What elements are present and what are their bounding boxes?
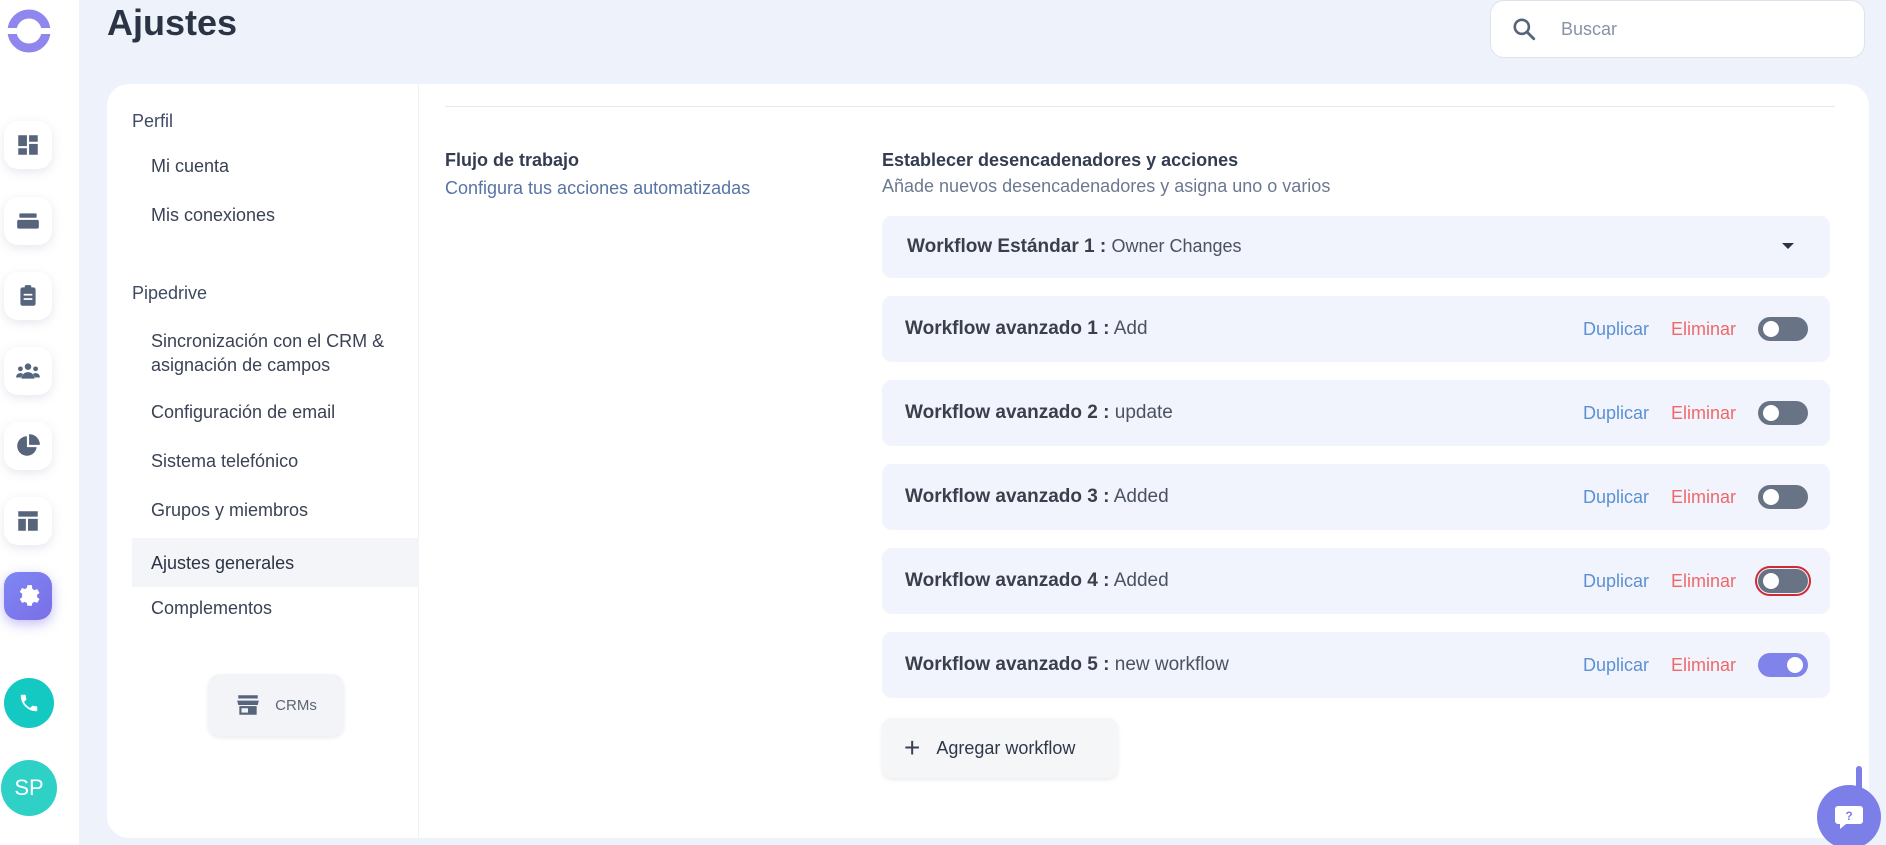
search-input[interactable] xyxy=(1561,18,1841,40)
workflow-content: Flujo de trabajo Configura tus acciones … xyxy=(445,84,1869,838)
layout-icon[interactable] xyxy=(4,497,52,545)
advanced-workflow-row[interactable]: Workflow avanzado 2 : update Duplicar El… xyxy=(882,380,1830,446)
delete-button[interactable]: Eliminar xyxy=(1671,655,1736,676)
triggers-title: Establecer desencadenadores y acciones xyxy=(882,150,1239,170)
pie-chart-icon[interactable] xyxy=(4,422,52,470)
help-chat-button[interactable]: ? xyxy=(1817,785,1881,845)
duplicate-button[interactable]: Duplicar xyxy=(1583,319,1649,340)
workflow-section-title: Flujo de trabajo xyxy=(445,150,580,170)
advanced-workflow-label: Workflow avanzado 3 : Added xyxy=(905,486,1169,507)
delete-button[interactable]: Eliminar xyxy=(1671,319,1736,340)
delete-button[interactable]: Eliminar xyxy=(1671,487,1736,508)
avatar[interactable]: SP xyxy=(1,760,57,816)
workflow-toggle[interactable] xyxy=(1758,401,1808,425)
settings-nav: Perfil Mi cuenta Mis conexiones Pipedriv… xyxy=(107,84,419,838)
dashboard-icon[interactable] xyxy=(4,121,52,169)
nav-item-sincronizacion[interactable]: Sincronización con el CRM & asignación d… xyxy=(132,329,392,377)
chevron-down-icon[interactable] xyxy=(1782,243,1794,249)
inbox-icon[interactable] xyxy=(4,197,52,245)
crms-label: CRMs xyxy=(275,696,317,714)
advanced-workflow-label: Workflow avanzado 4 : Added xyxy=(905,570,1169,591)
workflow-toggle[interactable] xyxy=(1755,566,1811,596)
advanced-workflow-row[interactable]: Workflow avanzado 3 : Added Duplicar Eli… xyxy=(882,464,1830,530)
nav-item-complementos[interactable]: Complementos xyxy=(132,596,419,620)
clipboard-icon[interactable] xyxy=(4,272,52,320)
plus-icon: + xyxy=(904,732,921,763)
standard-workflow-dropdown[interactable]: Workflow Estándar 1 : Owner Changes xyxy=(882,216,1830,278)
team-icon[interactable] xyxy=(4,347,52,395)
add-workflow-button[interactable]: + Agregar workflow xyxy=(882,718,1118,778)
divider xyxy=(445,106,1835,107)
duplicate-button[interactable]: Duplicar xyxy=(1583,655,1649,676)
settings-card: Perfil Mi cuenta Mis conexiones Pipedriv… xyxy=(107,84,1869,838)
duplicate-button[interactable]: Duplicar xyxy=(1583,403,1649,424)
nav-item-ajustes-generales[interactable]: Ajustes generales xyxy=(132,538,419,587)
standard-workflow-label: Workflow Estándar 1 : Owner Changes xyxy=(907,236,1242,257)
app-logo[interactable] xyxy=(6,8,52,54)
gear-icon[interactable] xyxy=(4,572,52,620)
duplicate-button[interactable]: Duplicar xyxy=(1583,487,1649,508)
advanced-workflow-label: Workflow avanzado 1 : Add xyxy=(905,318,1148,339)
nav-item-configuracion-email[interactable]: Configuración de email xyxy=(132,400,419,424)
advanced-workflow-row[interactable]: Workflow avanzado 4 : Added Duplicar Eli… xyxy=(882,548,1830,614)
store-icon xyxy=(237,695,259,715)
workflow-section-subtitle: Configura tus acciones automatizadas xyxy=(445,178,751,198)
delete-button[interactable]: Eliminar xyxy=(1671,571,1736,592)
crms-button[interactable]: CRMs xyxy=(208,674,344,736)
delete-button[interactable]: Eliminar xyxy=(1671,403,1736,424)
svg-text:?: ? xyxy=(1845,809,1852,823)
advanced-workflow-label: Workflow avanzado 2 : update xyxy=(905,402,1173,423)
workflow-toggle[interactable] xyxy=(1758,485,1808,509)
nav-item-grupos-miembros[interactable]: Grupos y miembros xyxy=(132,498,419,522)
advanced-workflow-label: Workflow avanzado 5 : new workflow xyxy=(905,654,1229,675)
workflow-toggle[interactable] xyxy=(1758,317,1808,341)
add-workflow-label: Agregar workflow xyxy=(936,737,1076,758)
search-box[interactable] xyxy=(1490,0,1865,58)
nav-item-mis-conexiones[interactable]: Mis conexiones xyxy=(132,203,419,227)
phone-icon[interactable] xyxy=(4,678,54,728)
workflow-toggle[interactable] xyxy=(1758,653,1808,677)
nav-item-mi-cuenta[interactable]: Mi cuenta xyxy=(132,154,419,178)
chat-question-icon: ? xyxy=(1835,806,1863,829)
search-icon xyxy=(1513,18,1536,41)
nav-section-pipedrive: Pipedrive xyxy=(132,283,208,303)
nav-section-perfil: Perfil xyxy=(132,111,174,131)
nav-item-sistema-telefonico[interactable]: Sistema telefónico xyxy=(132,449,419,473)
triggers-subtitle: Añade nuevos desencadenadores y asigna u… xyxy=(882,176,1331,196)
advanced-workflow-row[interactable]: Workflow avanzado 5 : new workflow Dupli… xyxy=(882,632,1830,698)
duplicate-button[interactable]: Duplicar xyxy=(1583,571,1649,592)
app-rail: SP xyxy=(0,0,79,845)
page-title: Ajustes xyxy=(107,2,238,43)
advanced-workflow-row[interactable]: Workflow avanzado 1 : Add Duplicar Elimi… xyxy=(882,296,1830,362)
